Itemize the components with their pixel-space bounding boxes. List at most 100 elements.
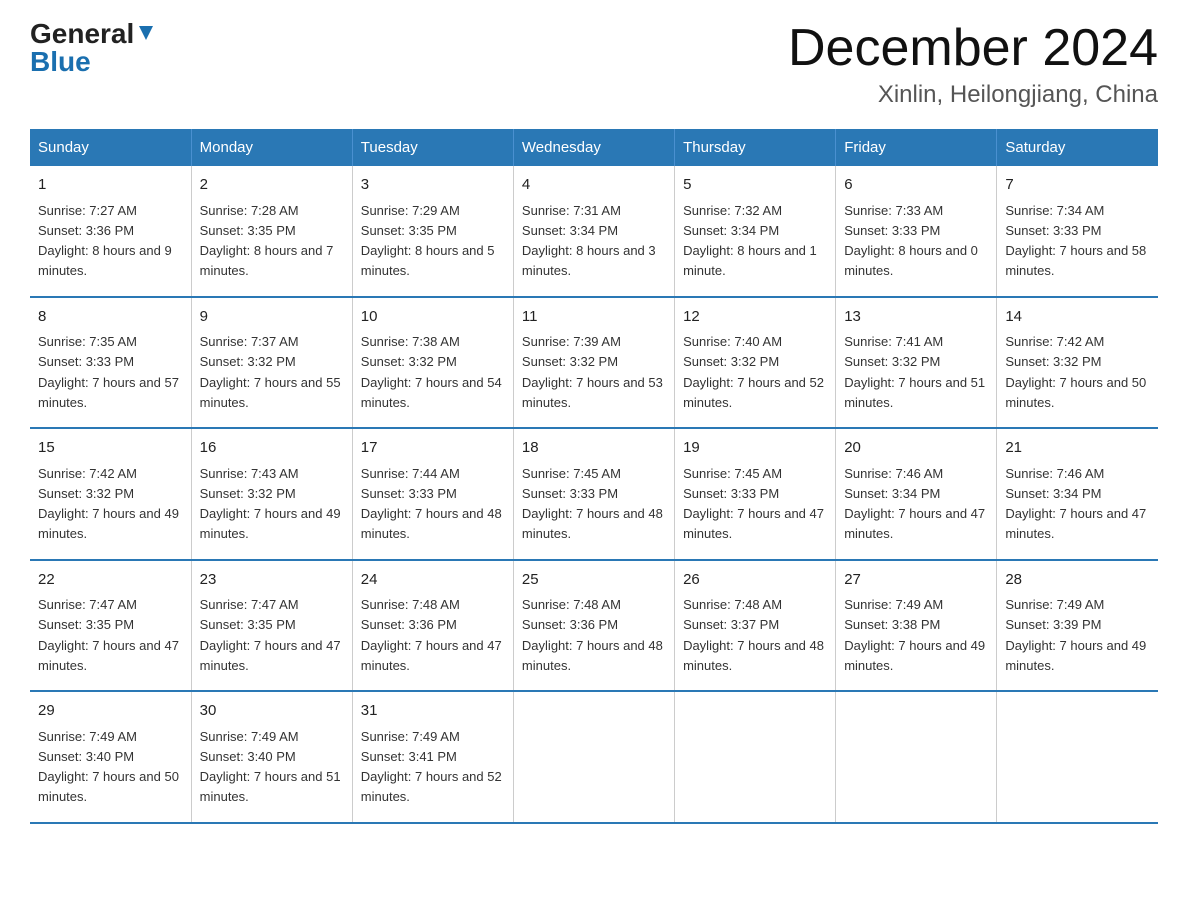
table-row: 9 Sunrise: 7:37 AMSunset: 3:32 PMDayligh… [191, 297, 352, 429]
logo-general-text: General [30, 20, 134, 48]
day-number: 20 [844, 437, 988, 460]
table-row: 26 Sunrise: 7:48 AMSunset: 3:37 PMDaylig… [675, 560, 836, 692]
day-number: 7 [1005, 174, 1150, 197]
table-row: 23 Sunrise: 7:47 AMSunset: 3:35 PMDaylig… [191, 560, 352, 692]
table-row: 5 Sunrise: 7:32 AMSunset: 3:34 PMDayligh… [675, 166, 836, 297]
day-info: Sunrise: 7:45 AMSunset: 3:33 PMDaylight:… [683, 466, 824, 542]
day-info: Sunrise: 7:31 AMSunset: 3:34 PMDaylight:… [522, 203, 656, 279]
day-info: Sunrise: 7:42 AMSunset: 3:32 PMDaylight:… [38, 466, 179, 542]
day-info: Sunrise: 7:46 AMSunset: 3:34 PMDaylight:… [844, 466, 985, 542]
calendar-month-year: December 2024 [788, 20, 1158, 77]
day-info: Sunrise: 7:32 AMSunset: 3:34 PMDaylight:… [683, 203, 817, 279]
day-info: Sunrise: 7:48 AMSunset: 3:36 PMDaylight:… [361, 597, 502, 673]
day-number: 28 [1005, 569, 1150, 592]
col-sunday: Sunday [30, 129, 191, 166]
day-info: Sunrise: 7:49 AMSunset: 3:41 PMDaylight:… [361, 729, 502, 805]
day-info: Sunrise: 7:49 AMSunset: 3:40 PMDaylight:… [38, 729, 179, 805]
table-row: 16 Sunrise: 7:43 AMSunset: 3:32 PMDaylig… [191, 428, 352, 560]
day-info: Sunrise: 7:48 AMSunset: 3:37 PMDaylight:… [683, 597, 824, 673]
day-info: Sunrise: 7:46 AMSunset: 3:34 PMDaylight:… [1005, 466, 1146, 542]
day-info: Sunrise: 7:27 AMSunset: 3:36 PMDaylight:… [38, 203, 172, 279]
calendar-header-row: Sunday Monday Tuesday Wednesday Thursday… [30, 129, 1158, 166]
day-number: 9 [200, 306, 344, 329]
table-row: 10 Sunrise: 7:38 AMSunset: 3:32 PMDaylig… [352, 297, 513, 429]
logo: General Blue [30, 20, 157, 78]
table-row [675, 691, 836, 823]
calendar-title-block: December 2024 Xinlin, Heilongjiang, Chin… [788, 20, 1158, 109]
table-row: 18 Sunrise: 7:45 AMSunset: 3:33 PMDaylig… [513, 428, 674, 560]
day-number: 30 [200, 700, 344, 723]
table-row: 29 Sunrise: 7:49 AMSunset: 3:40 PMDaylig… [30, 691, 191, 823]
col-tuesday: Tuesday [352, 129, 513, 166]
day-number: 8 [38, 306, 183, 329]
table-row: 13 Sunrise: 7:41 AMSunset: 3:32 PMDaylig… [836, 297, 997, 429]
table-row [836, 691, 997, 823]
table-row: 30 Sunrise: 7:49 AMSunset: 3:40 PMDaylig… [191, 691, 352, 823]
day-number: 3 [361, 174, 505, 197]
col-saturday: Saturday [997, 129, 1158, 166]
table-row: 7 Sunrise: 7:34 AMSunset: 3:33 PMDayligh… [997, 166, 1158, 297]
day-number: 24 [361, 569, 505, 592]
day-number: 18 [522, 437, 666, 460]
logo-blue-text: Blue [30, 46, 91, 78]
day-number: 13 [844, 306, 988, 329]
day-number: 17 [361, 437, 505, 460]
day-number: 21 [1005, 437, 1150, 460]
table-row: 3 Sunrise: 7:29 AMSunset: 3:35 PMDayligh… [352, 166, 513, 297]
day-info: Sunrise: 7:37 AMSunset: 3:32 PMDaylight:… [200, 334, 341, 410]
day-number: 5 [683, 174, 827, 197]
table-row: 20 Sunrise: 7:46 AMSunset: 3:34 PMDaylig… [836, 428, 997, 560]
table-row: 8 Sunrise: 7:35 AMSunset: 3:33 PMDayligh… [30, 297, 191, 429]
table-row: 2 Sunrise: 7:28 AMSunset: 3:35 PMDayligh… [191, 166, 352, 297]
day-number: 10 [361, 306, 505, 329]
day-info: Sunrise: 7:47 AMSunset: 3:35 PMDaylight:… [200, 597, 341, 673]
day-number: 27 [844, 569, 988, 592]
day-info: Sunrise: 7:49 AMSunset: 3:40 PMDaylight:… [200, 729, 341, 805]
day-info: Sunrise: 7:43 AMSunset: 3:32 PMDaylight:… [200, 466, 341, 542]
calendar-week-row: 1 Sunrise: 7:27 AMSunset: 3:36 PMDayligh… [30, 166, 1158, 297]
calendar-location: Xinlin, Heilongjiang, China [788, 81, 1158, 109]
day-number: 1 [38, 174, 183, 197]
day-info: Sunrise: 7:40 AMSunset: 3:32 PMDaylight:… [683, 334, 824, 410]
table-row: 19 Sunrise: 7:45 AMSunset: 3:33 PMDaylig… [675, 428, 836, 560]
day-info: Sunrise: 7:39 AMSunset: 3:32 PMDaylight:… [522, 334, 663, 410]
col-friday: Friday [836, 129, 997, 166]
day-info: Sunrise: 7:28 AMSunset: 3:35 PMDaylight:… [200, 203, 334, 279]
table-row: 14 Sunrise: 7:42 AMSunset: 3:32 PMDaylig… [997, 297, 1158, 429]
col-thursday: Thursday [675, 129, 836, 166]
table-row: 6 Sunrise: 7:33 AMSunset: 3:33 PMDayligh… [836, 166, 997, 297]
table-row: 25 Sunrise: 7:48 AMSunset: 3:36 PMDaylig… [513, 560, 674, 692]
table-row [997, 691, 1158, 823]
table-row: 24 Sunrise: 7:48 AMSunset: 3:36 PMDaylig… [352, 560, 513, 692]
calendar-table: Sunday Monday Tuesday Wednesday Thursday… [30, 129, 1158, 824]
table-row: 21 Sunrise: 7:46 AMSunset: 3:34 PMDaylig… [997, 428, 1158, 560]
table-row: 31 Sunrise: 7:49 AMSunset: 3:41 PMDaylig… [352, 691, 513, 823]
day-info: Sunrise: 7:29 AMSunset: 3:35 PMDaylight:… [361, 203, 495, 279]
day-number: 15 [38, 437, 183, 460]
day-number: 19 [683, 437, 827, 460]
table-row: 4 Sunrise: 7:31 AMSunset: 3:34 PMDayligh… [513, 166, 674, 297]
table-row: 11 Sunrise: 7:39 AMSunset: 3:32 PMDaylig… [513, 297, 674, 429]
col-monday: Monday [191, 129, 352, 166]
logo-triangle-icon [135, 22, 157, 44]
day-number: 2 [200, 174, 344, 197]
day-info: Sunrise: 7:34 AMSunset: 3:33 PMDaylight:… [1005, 203, 1146, 279]
table-row: 22 Sunrise: 7:47 AMSunset: 3:35 PMDaylig… [30, 560, 191, 692]
day-info: Sunrise: 7:41 AMSunset: 3:32 PMDaylight:… [844, 334, 985, 410]
day-number: 31 [361, 700, 505, 723]
table-row: 12 Sunrise: 7:40 AMSunset: 3:32 PMDaylig… [675, 297, 836, 429]
calendar-week-row: 8 Sunrise: 7:35 AMSunset: 3:33 PMDayligh… [30, 297, 1158, 429]
day-number: 23 [200, 569, 344, 592]
day-info: Sunrise: 7:42 AMSunset: 3:32 PMDaylight:… [1005, 334, 1146, 410]
day-number: 6 [844, 174, 988, 197]
day-info: Sunrise: 7:49 AMSunset: 3:39 PMDaylight:… [1005, 597, 1146, 673]
calendar-week-row: 15 Sunrise: 7:42 AMSunset: 3:32 PMDaylig… [30, 428, 1158, 560]
calendar-week-row: 22 Sunrise: 7:47 AMSunset: 3:35 PMDaylig… [30, 560, 1158, 692]
day-info: Sunrise: 7:48 AMSunset: 3:36 PMDaylight:… [522, 597, 663, 673]
table-row: 28 Sunrise: 7:49 AMSunset: 3:39 PMDaylig… [997, 560, 1158, 692]
day-number: 11 [522, 306, 666, 329]
day-number: 16 [200, 437, 344, 460]
day-number: 25 [522, 569, 666, 592]
table-row [513, 691, 674, 823]
day-info: Sunrise: 7:44 AMSunset: 3:33 PMDaylight:… [361, 466, 502, 542]
